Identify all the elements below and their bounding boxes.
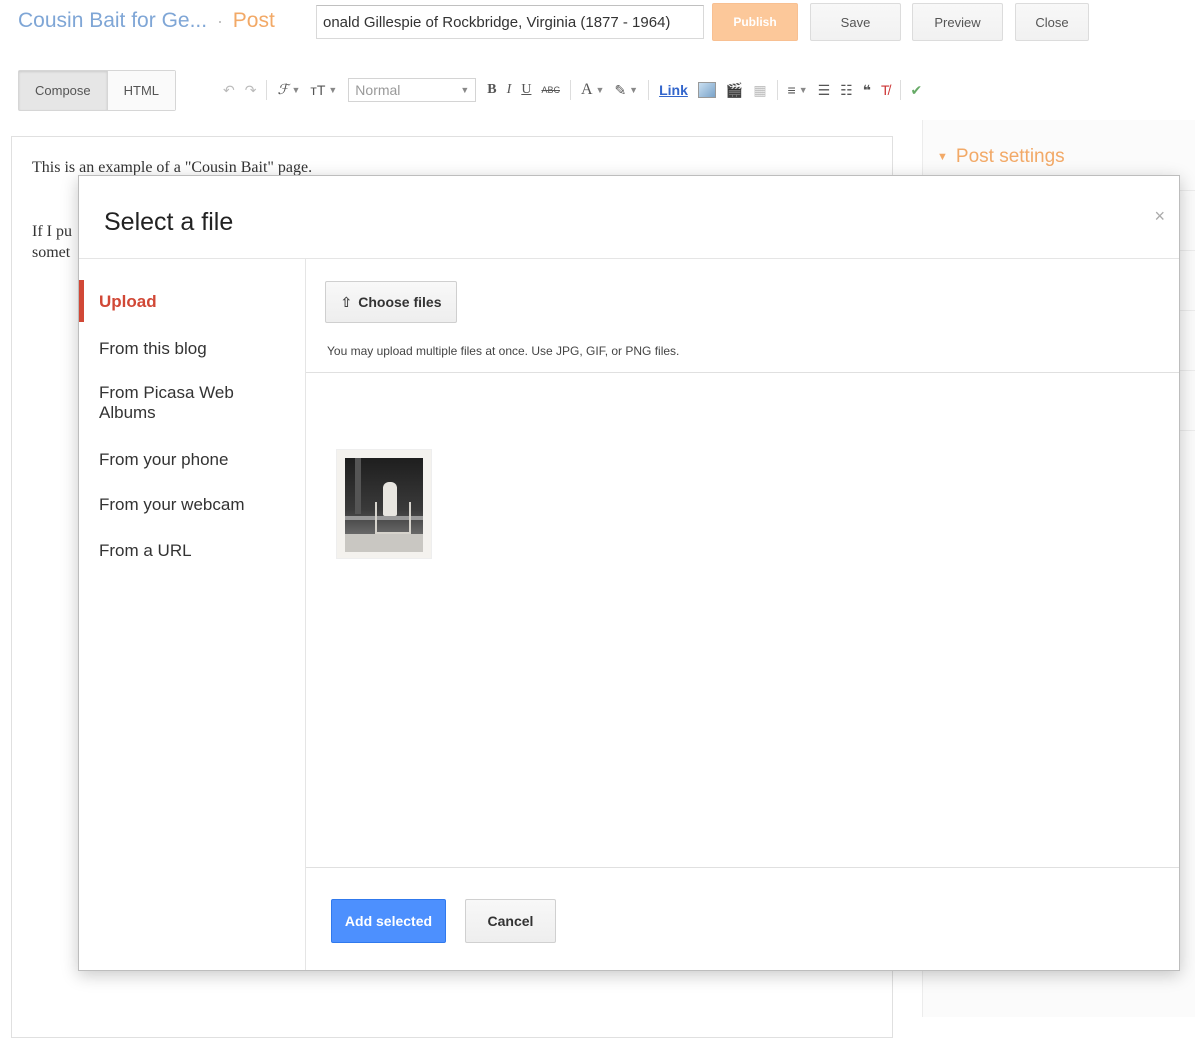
photo-detail: [355, 458, 361, 515]
numbered-list-icon[interactable]: ☰: [818, 82, 831, 99]
chevron-down-icon: ▼: [328, 85, 338, 95]
bold-button[interactable]: B: [487, 82, 496, 98]
format-select-value: Normal: [355, 82, 401, 98]
nav-item-from-phone[interactable]: From your phone: [99, 450, 228, 470]
upload-hint: You may upload multiple files at once. U…: [327, 344, 680, 358]
insert-jump-break-icon[interactable]: ▦: [753, 82, 766, 99]
font-size-glyph: тT: [310, 82, 326, 98]
mode-tabs: Compose HTML: [18, 70, 177, 111]
nav-item-upload[interactable]: Upload: [99, 292, 157, 312]
undo-icon[interactable]: ↶: [223, 82, 235, 99]
blockquote-icon[interactable]: ❝: [863, 82, 871, 99]
nav-item-from-webcam[interactable]: From your webcam: [99, 495, 244, 515]
post-settings-label: Post settings: [955, 146, 1065, 167]
toolbar-divider: [776, 80, 778, 100]
toolbar-divider: [569, 80, 571, 100]
redo-icon[interactable]: ↷: [245, 82, 257, 99]
format-select[interactable]: Normal ▼: [348, 78, 477, 102]
nav-item-from-url[interactable]: From a URL: [99, 541, 192, 561]
close-button[interactable]: Close: [1015, 3, 1089, 41]
highlight-color-icon[interactable]: ✎ ▼: [614, 82, 638, 99]
chevron-down-icon: ▼: [798, 85, 808, 95]
publish-button[interactable]: Publish: [712, 3, 798, 41]
select-file-dialog: Select a file × Upload From this blog Fr…: [78, 175, 1180, 971]
chevron-down-icon: ▼: [460, 85, 470, 95]
nav-item-from-this-blog[interactable]: From this blog: [99, 339, 207, 359]
footer-divider: [306, 867, 1179, 868]
uploaded-image-thumbnail[interactable]: [336, 449, 432, 559]
content-divider: [306, 372, 1179, 373]
text-color-icon[interactable]: A ▼: [581, 81, 604, 99]
cancel-button[interactable]: Cancel: [465, 899, 556, 943]
toolbar-divider: [266, 80, 268, 100]
save-button[interactable]: Save: [810, 3, 901, 41]
remove-formatting-icon[interactable]: T̸: [881, 82, 890, 98]
editor-text: If I pu: [32, 223, 72, 240]
underline-button[interactable]: U: [521, 82, 531, 98]
photo-detail: [375, 502, 411, 534]
chevron-down-icon: ▼: [595, 85, 605, 95]
align-icon[interactable]: ≡ ▼: [788, 82, 808, 98]
bulleted-list-icon[interactable]: ☷: [840, 82, 853, 99]
photo-detail: [345, 534, 423, 552]
editor-toolbar: Compose HTML ↶ ↷ ℱ ▼ тT ▼ Normal ▼ B I U A…: [0, 64, 1195, 116]
post-title-input[interactable]: [316, 5, 704, 39]
breadcrumb-separator: ·: [216, 11, 223, 31]
close-icon[interactable]: ×: [1154, 206, 1165, 227]
preview-button[interactable]: Preview: [912, 3, 1003, 41]
blog-title-link[interactable]: Cousin Bait for Ge...: [18, 9, 207, 32]
post-settings-toggle[interactable]: ▼ Post settings: [937, 146, 1065, 168]
font-size-icon[interactable]: тT ▼: [310, 82, 337, 98]
toolbar-divider: [899, 80, 901, 100]
choose-files-button[interactable]: ⇧ Choose files: [325, 281, 457, 323]
editor-text: somet: [32, 244, 71, 261]
image-glyph: [697, 82, 716, 98]
photo-preview: [345, 458, 423, 552]
section-label: Post: [232, 9, 275, 32]
chevron-down-icon: ▼: [291, 85, 301, 95]
chevron-down-icon: ▼: [629, 85, 639, 95]
choose-files-label: Choose files: [358, 294, 442, 310]
source-nav: Upload From this blog From Picasa Web Al…: [79, 259, 306, 970]
strikethrough-button[interactable]: ABC: [541, 85, 560, 95]
breadcrumb: Cousin Bait for Ge... · Post: [18, 9, 275, 33]
dialog-title: Select a file: [104, 208, 234, 236]
font-family-glyph: ℱ: [277, 82, 289, 98]
text-color-glyph: A: [580, 81, 593, 98]
tab-compose[interactable]: Compose: [19, 71, 107, 110]
upload-icon: ⇧: [340, 293, 353, 310]
insert-image-icon[interactable]: [697, 82, 716, 98]
formatting-tools: ↶ ↷ ℱ ▼ тT ▼ Normal ▼ B I U ABC A ▼ ✎ ▼ Link…: [218, 76, 927, 104]
active-indicator: [79, 280, 84, 322]
insert-video-icon[interactable]: 🎬: [726, 82, 743, 99]
italic-button[interactable]: I: [507, 82, 512, 98]
toolbar-divider: [648, 80, 650, 100]
insert-link-button[interactable]: Link: [659, 82, 688, 98]
triangle-down-icon: ▼: [937, 150, 948, 163]
upload-pane: ⇧ Choose files You may upload multiple f…: [306, 259, 1179, 970]
add-selected-button[interactable]: Add selected: [331, 899, 446, 943]
spellcheck-icon[interactable]: ✔: [911, 82, 923, 99]
font-family-icon[interactable]: ℱ ▼: [277, 82, 300, 98]
tab-html[interactable]: HTML: [106, 71, 176, 110]
nav-item-from-picasa[interactable]: From Picasa Web Albums: [99, 383, 269, 423]
top-bar: Cousin Bait for Ge... · Post Publish Sav…: [0, 0, 1195, 50]
